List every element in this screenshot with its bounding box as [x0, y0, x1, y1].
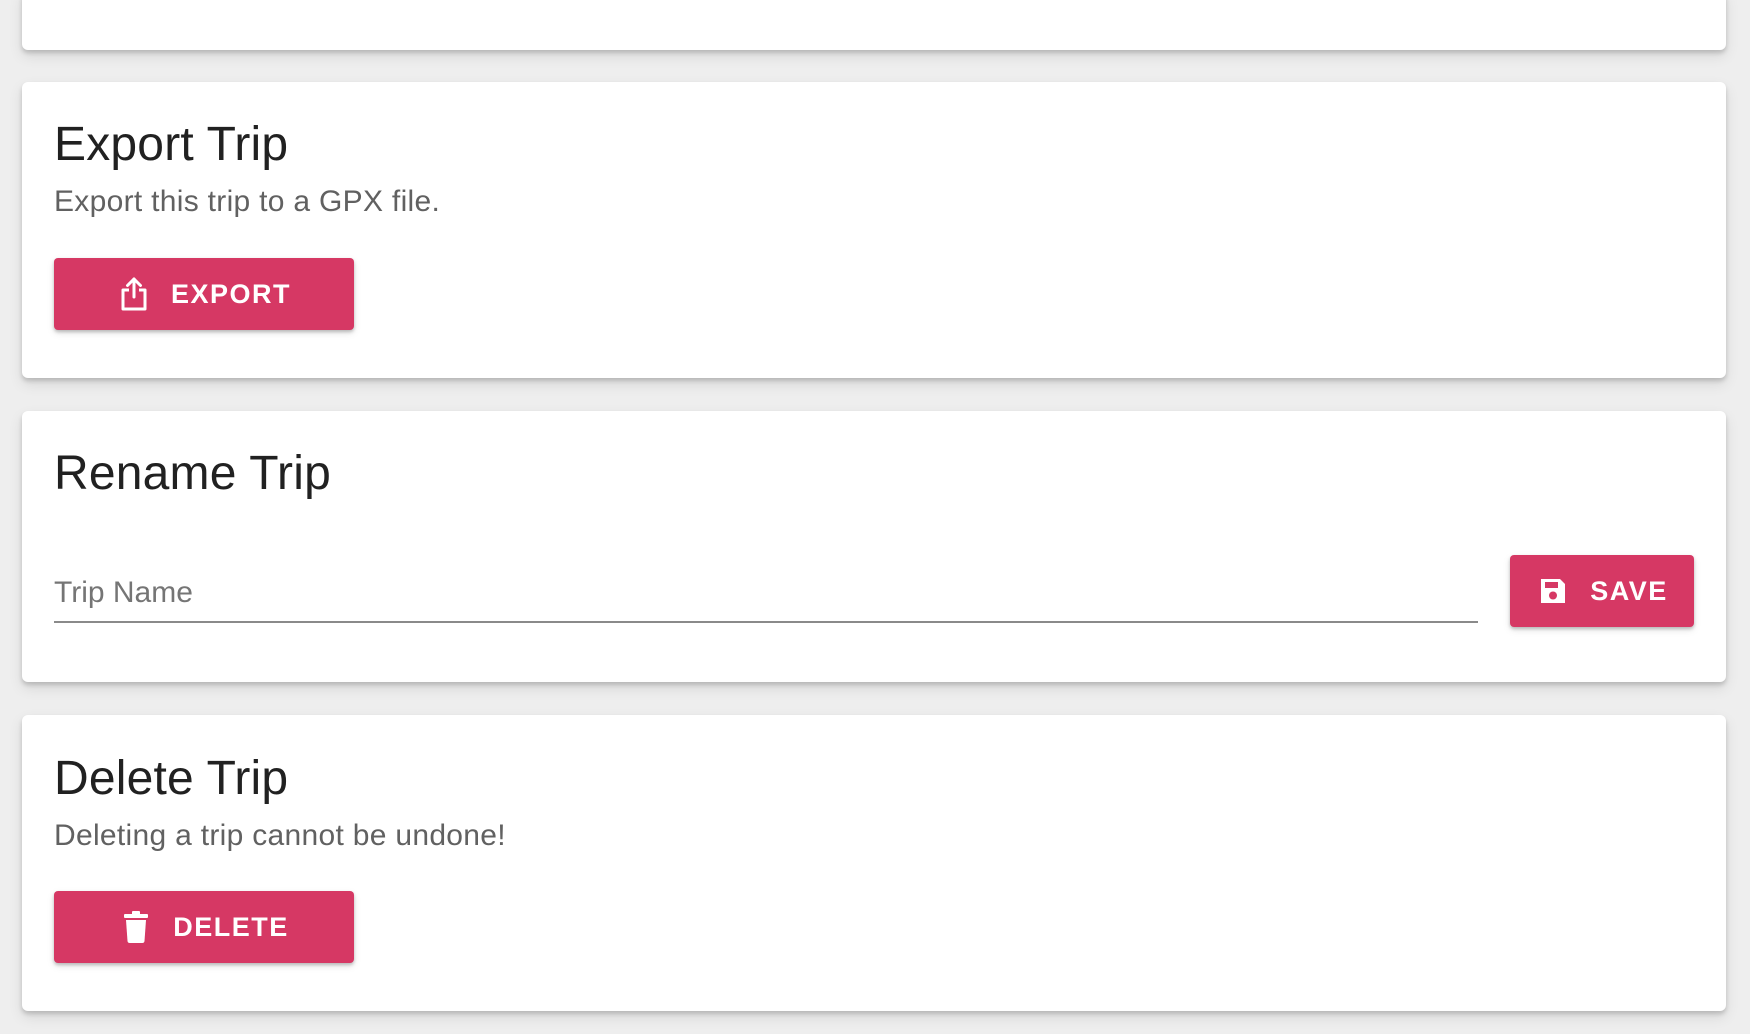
delete-button[interactable]: DELETE — [54, 891, 354, 963]
rename-trip-card: Rename Trip SAVE — [22, 411, 1726, 682]
export-share-icon — [117, 276, 151, 312]
export-trip-title: Export Trip — [54, 118, 289, 171]
delete-trip-warning: Deleting a trip cannot be undone! — [54, 819, 506, 852]
save-button-label: SAVE — [1590, 575, 1668, 606]
trip-name-input[interactable] — [54, 549, 1478, 623]
export-button[interactable]: EXPORT — [54, 258, 354, 330]
export-trip-description: Export this trip to a GPX file. — [54, 185, 441, 218]
delete-trip-title: Delete Trip — [54, 752, 289, 805]
previous-card — [22, 0, 1726, 50]
save-button[interactable]: SAVE — [1510, 555, 1694, 627]
delete-trip-card: Delete Trip Deleting a trip cannot be un… — [22, 715, 1726, 1011]
rename-trip-title: Rename Trip — [54, 447, 331, 500]
export-trip-card: Export Trip Export this trip to a GPX fi… — [22, 82, 1726, 378]
trip-name-field — [54, 549, 1478, 625]
delete-button-label: DELETE — [173, 911, 289, 942]
save-floppy-icon — [1536, 573, 1570, 609]
export-button-label: EXPORT — [170, 278, 292, 309]
trash-icon — [119, 909, 153, 945]
